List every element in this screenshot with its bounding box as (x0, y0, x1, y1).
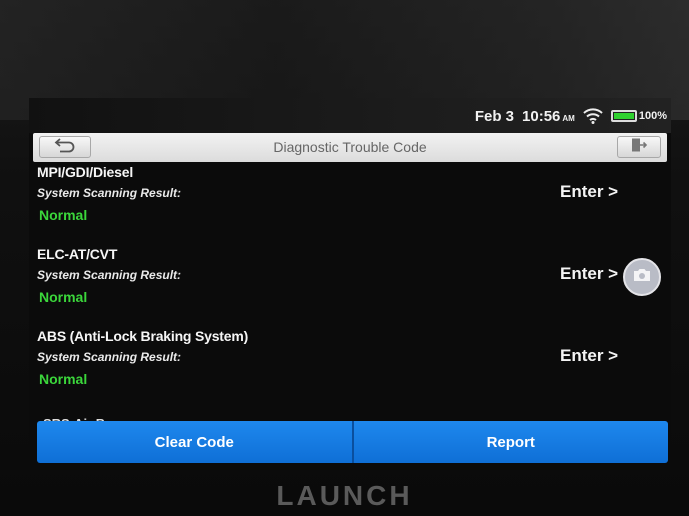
clear-code-button[interactable]: Clear Code (37, 421, 354, 463)
scan-result-label: System Scanning Result: (37, 186, 182, 200)
brand-logo: LAUNCH (276, 480, 413, 511)
report-button[interactable]: Report (353, 421, 668, 463)
enter-button[interactable]: Enter > (560, 264, 618, 284)
enter-button[interactable]: Enter > (560, 346, 618, 366)
status-ampm: AM (562, 113, 575, 123)
battery-percent: 100% (638, 110, 667, 122)
scan-status: Normal (39, 371, 88, 387)
status-time: 10:56 (522, 107, 561, 125)
status-indicators: Feb 3 10:56 AM 100% (475, 107, 667, 125)
page-title: Diagnostic Trouble Code (273, 139, 427, 155)
status-date: Feb 3 (474, 107, 515, 125)
system-name: ELC-AT/CVT (37, 246, 118, 262)
camera-icon (633, 268, 651, 287)
battery-icon: 100% (610, 110, 667, 122)
system-item-mpi-gdi-diesel[interactable]: MPI/GDI/Diesel System Scanning Result: N… (29, 164, 671, 246)
exit-button[interactable] (617, 136, 661, 158)
battery-body (610, 110, 637, 122)
system-name: ABS (Anti-Lock Braking System) (37, 328, 249, 344)
system-list: MPI/GDI/Diesel System Scanning Result: N… (29, 164, 671, 430)
system-item-elc-at-cvt[interactable]: ELC-AT/CVT System Scanning Result: Norma… (29, 246, 671, 328)
action-bar: Clear Code Report (37, 421, 668, 463)
status-time-group: 10:56 AM (522, 108, 575, 125)
scan-result-label: System Scanning Result: (37, 350, 182, 364)
system-name: MPI/GDI/Diesel (37, 164, 134, 180)
scan-status: Normal (39, 289, 88, 305)
system-item-abs[interactable]: ABS (Anti-Lock Braking System) System Sc… (29, 328, 671, 410)
status-bar: Feb 3 10:56 AM 100% (29, 98, 671, 133)
battery-fill (613, 113, 634, 119)
device-screen: Feb 3 10:56 AM 100% Diagnostic Trouble C… (29, 98, 671, 470)
exit-icon (630, 137, 648, 158)
scan-status: Normal (39, 207, 88, 223)
screenshot-button[interactable] (623, 258, 661, 296)
scan-result-label: System Scanning Result: (37, 268, 182, 282)
wifi-icon (583, 108, 603, 124)
title-bar: Diagnostic Trouble Code (33, 133, 667, 162)
enter-button[interactable]: Enter > (560, 182, 618, 202)
